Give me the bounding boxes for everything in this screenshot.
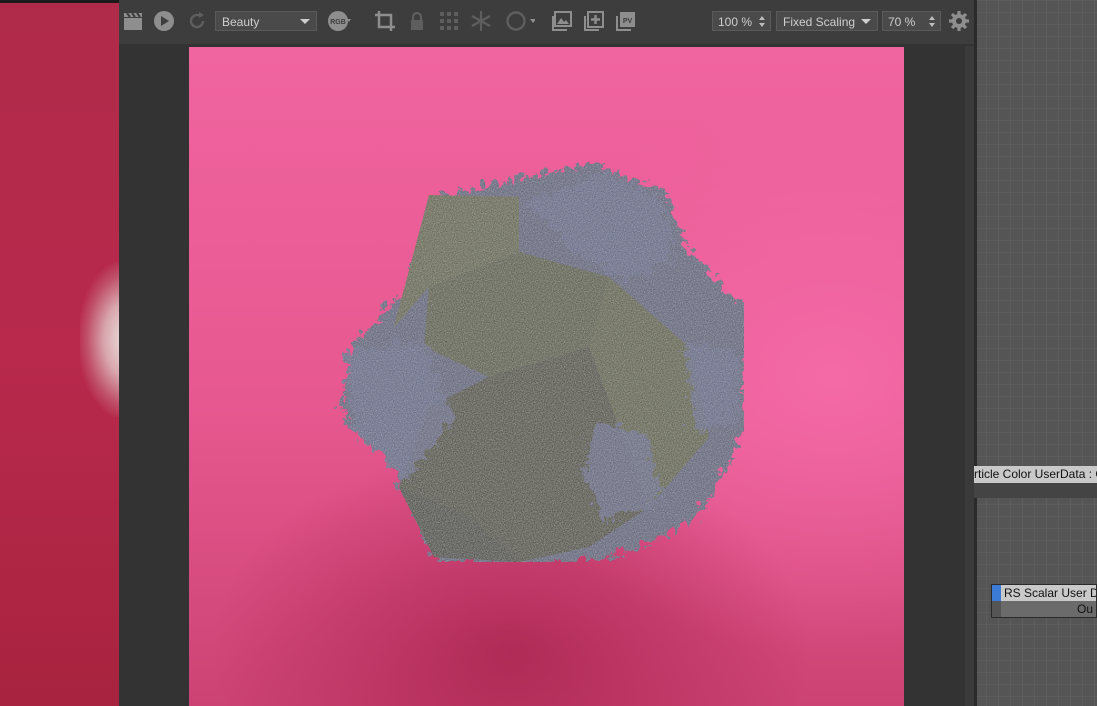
node-output-port[interactable]: Ou xyxy=(1077,602,1093,616)
chevron-down-icon xyxy=(300,19,310,24)
clapperboard-icon[interactable] xyxy=(122,10,144,32)
render-canvas-area xyxy=(128,46,965,706)
scale-percent-value: 70 % xyxy=(888,15,916,29)
render-image[interactable] xyxy=(189,47,904,706)
grid-icon[interactable] xyxy=(438,10,460,32)
chevron-down-icon xyxy=(861,19,871,24)
snowflake-icon[interactable] xyxy=(470,10,492,32)
particle-color-userdata-node[interactable]: rticle Color UserData : Co xyxy=(974,466,1097,500)
render-object xyxy=(334,159,744,562)
node-header: RS Scalar User Dat xyxy=(992,585,1096,601)
add-image-icon[interactable] xyxy=(583,10,605,32)
spin-up-icon[interactable] xyxy=(929,16,935,20)
pv-label: PV xyxy=(623,18,633,25)
node-editor: rticle Color UserData : Co RS Scalar Use… xyxy=(974,0,1097,706)
viewer-scrollbar[interactable] xyxy=(965,46,974,706)
spin-up-icon[interactable] xyxy=(759,16,765,20)
zoom-value: 100 % xyxy=(718,15,753,29)
node-title: RS Scalar User Dat xyxy=(1004,586,1096,600)
node-port-gutter xyxy=(992,601,1001,617)
picture-viewer: Beauty RGB PV 100 % Fixed Scaling 70 % xyxy=(119,0,974,706)
pv-icon[interactable]: PV xyxy=(615,10,637,32)
scalar-userdata-node[interactable]: RS Scalar User Dat Ou xyxy=(991,584,1097,618)
zoom-spinner[interactable]: 100 % xyxy=(712,11,771,31)
gear-icon[interactable] xyxy=(948,10,970,32)
particle-cloud xyxy=(80,262,119,417)
scaling-dropdown-value: Fixed Scaling xyxy=(783,15,856,29)
scale-percent-spinner[interactable]: 70 % xyxy=(882,11,941,31)
spin-down-icon[interactable] xyxy=(929,23,935,27)
left-viewport xyxy=(0,0,119,706)
aov-dropdown[interactable]: Beauty xyxy=(215,11,317,31)
left-viewport-header xyxy=(0,0,119,3)
scaling-dropdown[interactable]: Fixed Scaling xyxy=(776,11,878,31)
node-title: rticle Color UserData : Co xyxy=(974,466,1097,483)
circle-icon[interactable] xyxy=(505,10,535,32)
panel-divider[interactable] xyxy=(974,0,977,706)
rgb-icon[interactable]: RGB xyxy=(327,10,351,32)
spin-down-icon[interactable] xyxy=(759,23,765,27)
node-color-accent xyxy=(992,585,1001,601)
play-icon[interactable] xyxy=(153,10,175,32)
node-port-row: Ou xyxy=(992,601,1096,617)
image-icon[interactable] xyxy=(551,10,573,32)
aov-dropdown-value: Beauty xyxy=(222,15,260,29)
refresh-icon[interactable] xyxy=(186,10,208,32)
crop-icon[interactable] xyxy=(374,10,396,32)
rgb-label: RGB xyxy=(330,19,346,26)
node-body xyxy=(974,483,1097,498)
viewer-toolbar: Beauty RGB PV 100 % Fixed Scaling 70 % xyxy=(119,0,974,44)
lock-icon[interactable] xyxy=(406,10,428,32)
